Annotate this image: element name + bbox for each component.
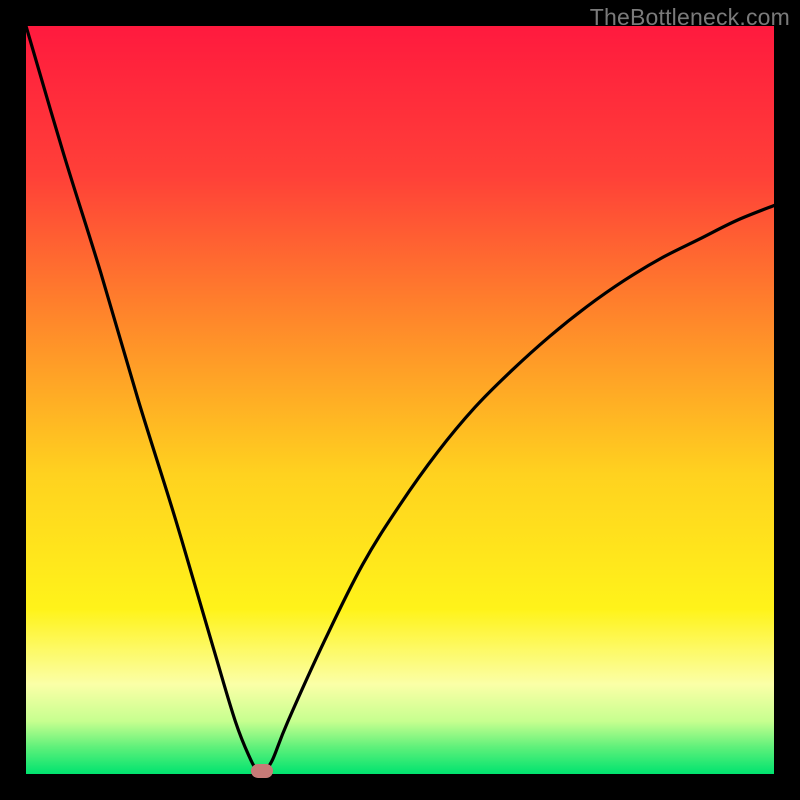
plot-frame (26, 26, 774, 774)
watermark-text: TheBottleneck.com (590, 4, 790, 31)
optimal-point-marker (251, 764, 273, 778)
background-gradient (26, 26, 774, 774)
